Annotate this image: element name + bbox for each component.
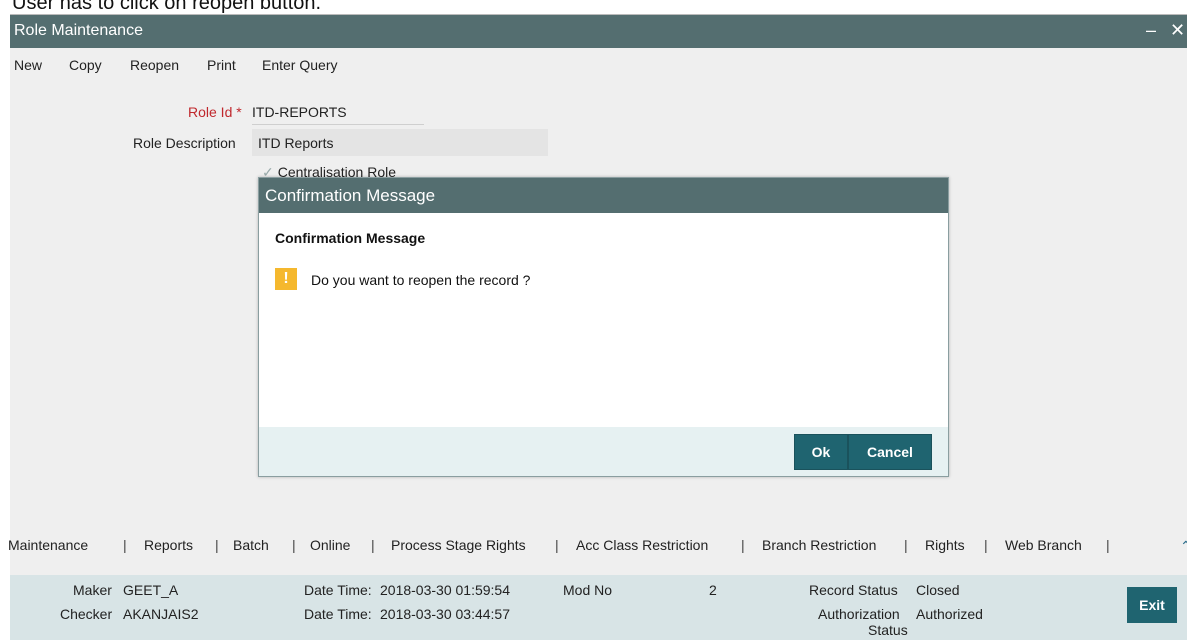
print-button[interactable]: Print <box>207 57 236 73</box>
tab-separator: | <box>1106 537 1110 553</box>
tab-separator: | <box>371 537 375 553</box>
tab-rights[interactable]: Rights <box>925 537 965 553</box>
tab-separator: | <box>904 537 908 553</box>
warning-icon: ! <box>275 268 297 290</box>
window-title: Role Maintenance <box>14 22 143 39</box>
authorization-status-label: Authorization <box>818 606 900 622</box>
action-toolbar: New Copy Reopen Print Enter Query <box>10 49 1187 79</box>
checker-label: Checker <box>60 606 113 622</box>
checker-datetime-label: Date Time: <box>304 606 372 622</box>
instruction-caption: User has to click on reopen button. <box>12 0 322 14</box>
role-id-label-text: Role Id <box>188 104 233 120</box>
checker-datetime-value: 2018-03-30 03:44:57 <box>380 606 510 622</box>
tab-separator: | <box>555 537 559 553</box>
dialog-title: Confirmation Message <box>265 186 436 205</box>
tab-maintenance[interactable]: Maintenance <box>8 537 88 553</box>
tab-separator: | <box>984 537 988 553</box>
cancel-button[interactable]: Cancel <box>848 434 932 470</box>
dialog-titlebar: Confirmation Message <box>259 178 948 213</box>
tab-web-branch[interactable]: Web Branch <box>1005 537 1082 553</box>
mod-no-value: 2 <box>709 582 717 598</box>
checker-value: AKANJAIS2 <box>123 606 199 622</box>
copy-button[interactable]: Copy <box>69 57 102 73</box>
dialog-heading: Confirmation Message <box>275 230 426 246</box>
sub-screen-tabs: Maintenance | Reports | Batch | Online |… <box>8 537 1187 559</box>
dialog-message: Do you want to reopen the record ? <box>311 272 531 288</box>
role-description-value: ITD Reports <box>258 135 334 151</box>
maker-value: GEET_A <box>123 582 179 598</box>
role-id-underline <box>252 124 424 125</box>
new-button[interactable]: New <box>14 57 42 73</box>
authorization-status-label-line2: Status <box>868 622 908 638</box>
reopen-button[interactable]: Reopen <box>130 57 179 73</box>
audit-panel: Maker GEET_A Date Time: 2018-03-30 01:59… <box>10 575 1187 640</box>
tab-online[interactable]: Online <box>310 537 350 553</box>
tab-separator: | <box>215 537 219 553</box>
minimize-button[interactable]: – <box>1146 20 1156 41</box>
close-icon[interactable]: ✕ <box>1170 20 1185 41</box>
exit-button[interactable]: Exit <box>1127 587 1177 623</box>
authorization-status-value: Authorized <box>916 606 983 622</box>
window-titlebar: Role Maintenance – ✕ <box>10 15 1187 48</box>
tab-separator: | <box>292 537 296 553</box>
maker-datetime-label: Date Time: <box>304 582 372 598</box>
maker-label: Maker <box>73 582 112 598</box>
tab-reports[interactable]: Reports <box>144 537 193 553</box>
role-description-label: Role Description <box>133 135 236 151</box>
confirmation-dialog: Confirmation Message Confirmation Messag… <box>258 177 949 477</box>
record-status-value: Closed <box>916 582 960 598</box>
tab-branch-restriction[interactable]: Branch Restriction <box>762 537 876 553</box>
role-description-field[interactable]: ITD Reports <box>252 129 548 156</box>
maker-datetime-value: 2018-03-30 01:59:54 <box>380 582 510 598</box>
role-id-label: Role Id * <box>188 104 242 120</box>
record-status-label: Record Status <box>809 582 898 598</box>
collapse-caret-icon[interactable]: ⌃ <box>1180 538 1187 555</box>
ok-button[interactable]: Ok <box>794 434 848 470</box>
tab-separator: | <box>123 537 127 553</box>
tab-batch[interactable]: Batch <box>233 537 269 553</box>
tab-separator: | <box>741 537 745 553</box>
tab-acc-class-restriction[interactable]: Acc Class Restriction <box>576 537 708 553</box>
enter-query-button[interactable]: Enter Query <box>262 57 337 73</box>
required-marker: * <box>236 104 242 120</box>
role-id-field[interactable]: ITD-REPORTS <box>252 104 347 120</box>
mod-no-label: Mod No <box>563 582 613 598</box>
tab-process-stage-rights[interactable]: Process Stage Rights <box>391 537 526 553</box>
dialog-footer: Ok Cancel <box>259 427 948 476</box>
